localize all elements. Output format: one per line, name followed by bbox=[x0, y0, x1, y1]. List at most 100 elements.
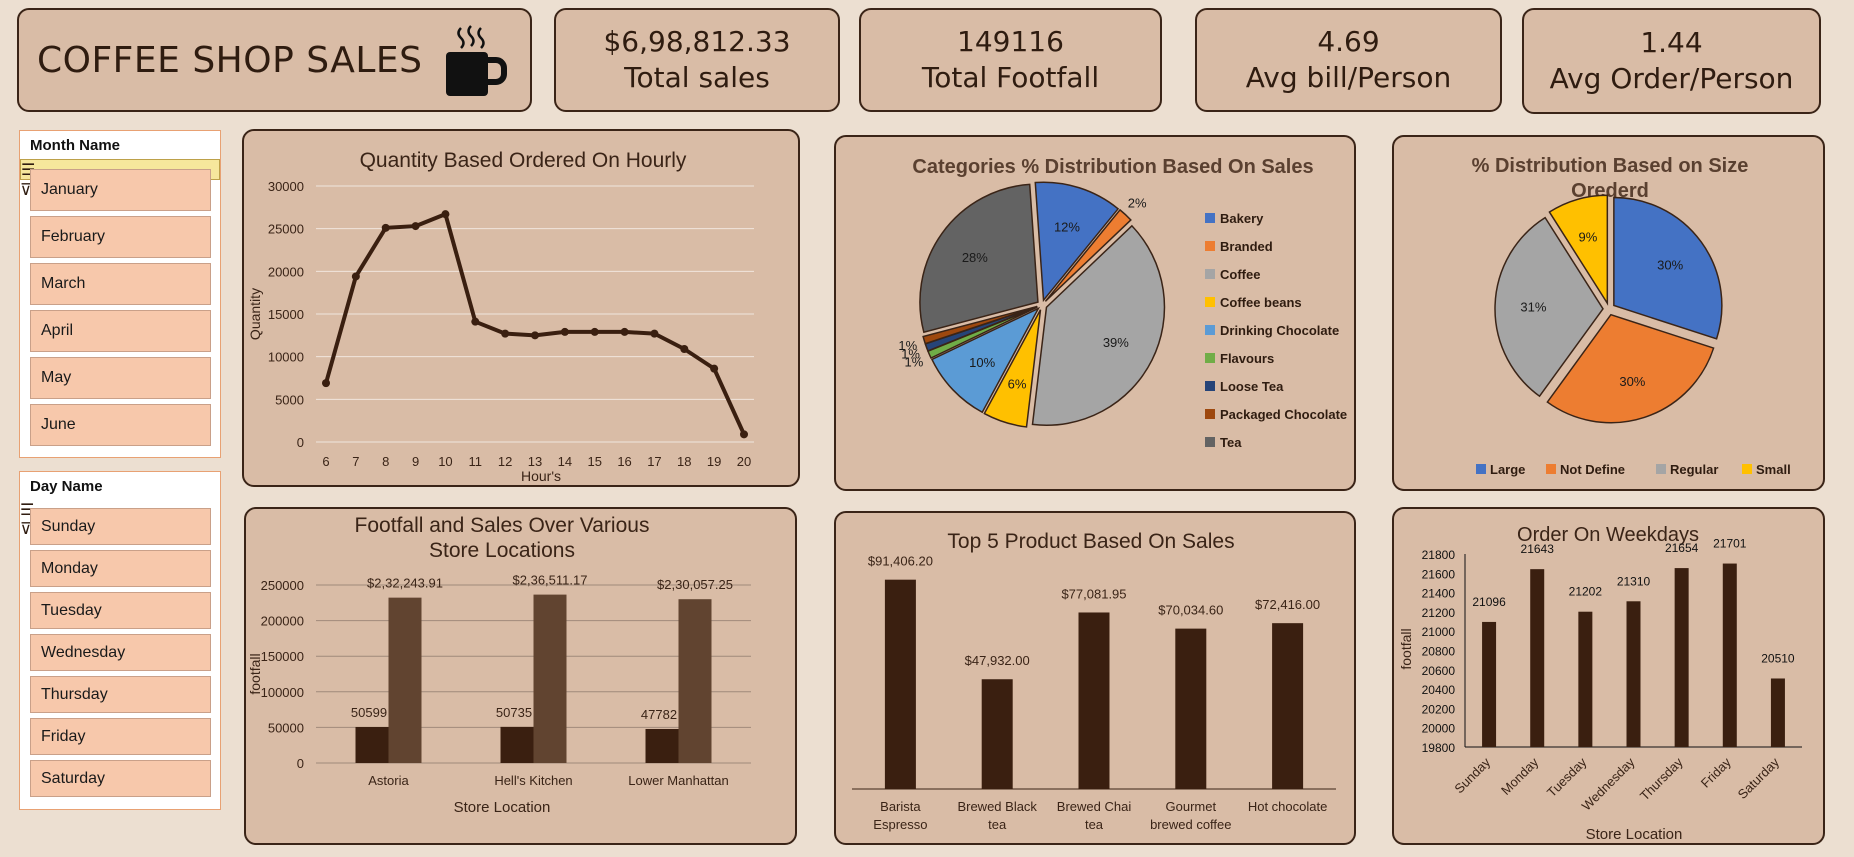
data-label: 50735 bbox=[496, 705, 532, 720]
legend-label: Drinking Chocolate bbox=[1220, 323, 1339, 338]
slice-label: 12% bbox=[1054, 219, 1080, 234]
weekdays-chart-card: Order On Weekdays 19800 20000 20200 20400 206… bbox=[1392, 507, 1825, 845]
x-tick-label: 14 bbox=[558, 454, 572, 469]
bar bbox=[1272, 623, 1304, 789]
slicer-item-day[interactable]: Friday bbox=[30, 718, 211, 755]
data-label: $72,416.00 bbox=[1255, 597, 1320, 612]
categories-chart-card: Categories % Distribution Based On Sales… bbox=[834, 135, 1356, 491]
x-tick-label: tea bbox=[1085, 817, 1104, 832]
bar bbox=[1482, 621, 1497, 747]
chart-title: Footfall and Sales Over Various bbox=[355, 514, 650, 537]
slice-label: 39% bbox=[1103, 335, 1129, 350]
x-tick-label: 7 bbox=[352, 454, 359, 469]
kpi-value: $6,98,812.33 bbox=[603, 25, 791, 58]
slicer-title: Day Name bbox=[30, 477, 103, 495]
slicer-item-month[interactable]: May bbox=[30, 357, 211, 399]
bar bbox=[1626, 601, 1641, 747]
series-line bbox=[324, 212, 746, 436]
bar bbox=[388, 597, 422, 763]
data-label: $77,081.95 bbox=[1061, 586, 1126, 601]
data-point bbox=[590, 327, 599, 336]
x-tick-label: 16 bbox=[617, 454, 631, 469]
y-tick-label: 20800 bbox=[1422, 645, 1456, 659]
slice-label: 30% bbox=[1619, 374, 1645, 389]
kpi-label: Avg bill/Person bbox=[1245, 61, 1452, 94]
slicer-item-month[interactable]: February bbox=[30, 216, 211, 258]
bar bbox=[645, 728, 679, 763]
x-tick-label: 10 bbox=[438, 454, 452, 469]
data-point bbox=[680, 344, 689, 353]
legend-label: Packaged Chocolate bbox=[1220, 407, 1347, 422]
data-label: 21096 bbox=[1472, 595, 1506, 609]
y-tick-label: 21400 bbox=[1422, 587, 1456, 601]
legend-label: Large bbox=[1490, 462, 1525, 477]
y-tick-label: 20600 bbox=[1422, 664, 1456, 678]
slicer-item-day[interactable]: Sunday bbox=[30, 508, 211, 545]
y-tick-label: 21200 bbox=[1422, 606, 1456, 620]
x-tick-label: 17 bbox=[647, 454, 661, 469]
x-tick-label: 15 bbox=[587, 454, 601, 469]
legend-swatch bbox=[1205, 409, 1215, 419]
y-tick-label: 0 bbox=[297, 435, 304, 450]
bar bbox=[1078, 612, 1110, 789]
kpi-label: Avg Order/Person bbox=[1549, 62, 1794, 95]
x-tick-label: Espresso bbox=[873, 817, 927, 832]
data-label: 21643 bbox=[1521, 542, 1555, 556]
slicer-item-month[interactable]: June bbox=[30, 404, 211, 446]
day-slicer: Day Name ☰ ⊽ Sunday Monday Tuesday Wedne… bbox=[19, 471, 221, 810]
data-label: $70,034.60 bbox=[1158, 603, 1223, 618]
x-tick-label: 18 bbox=[677, 454, 691, 469]
size-pie-chart: % Distribution Based on SizeOrederd30%30… bbox=[1472, 155, 1791, 477]
dashboard-title: COFFEE SHOP SALES bbox=[37, 39, 423, 81]
slicer-item-month[interactable]: January bbox=[30, 169, 211, 211]
slicer-item-month[interactable]: March bbox=[30, 263, 211, 305]
stores-chart-card: Footfall and Sales Over Various Store Loc… bbox=[244, 507, 797, 845]
y-tick-label: 100000 bbox=[261, 685, 304, 700]
y-tick-label: 21600 bbox=[1422, 567, 1456, 581]
kpi-value: 4.69 bbox=[1317, 25, 1380, 58]
x-tick-label: brewed coffee bbox=[1150, 817, 1231, 832]
data-point bbox=[650, 329, 659, 338]
bar bbox=[1175, 628, 1207, 789]
data-point bbox=[441, 210, 450, 219]
data-point bbox=[322, 379, 330, 388]
slicer-item-day[interactable]: Monday bbox=[30, 550, 211, 587]
slicer-item-day[interactable]: Saturday bbox=[30, 760, 211, 797]
data-point bbox=[531, 331, 539, 340]
data-point bbox=[411, 222, 420, 231]
data-label: $2,30,057.25 bbox=[657, 577, 733, 592]
slicer-item-month[interactable]: April bbox=[30, 310, 211, 352]
y-tick-label: 20000 bbox=[1422, 722, 1456, 736]
size-chart-card: % Distribution Based on Size Orederd 30% 30… bbox=[1392, 135, 1825, 491]
legend-label: Coffee bbox=[1220, 267, 1260, 282]
slicer-item-day[interactable]: Thursday bbox=[30, 676, 211, 713]
x-tick-label: 11 bbox=[469, 454, 483, 469]
x-tick-label: Brewed Black bbox=[957, 799, 1037, 814]
data-label: 21310 bbox=[1617, 574, 1651, 588]
x-tick-label: 13 bbox=[528, 454, 542, 469]
kpi-avg-order: 1.44 Avg Order/Person bbox=[1522, 8, 1821, 114]
legend-swatch bbox=[1205, 297, 1215, 307]
slicer-item-day[interactable]: Wednesday bbox=[30, 634, 211, 671]
y-axis-label: footfall bbox=[247, 653, 263, 694]
y-tick-label: 20200 bbox=[1422, 702, 1456, 716]
hourly-chart-card: Quantity Based Ordered On Hourly 0 5000 100… bbox=[242, 129, 800, 487]
x-tick-label: Hot chocolate bbox=[1248, 799, 1328, 814]
bar bbox=[1674, 568, 1689, 747]
slicer-item-day[interactable]: Tuesday bbox=[30, 592, 211, 629]
y-tick-label: 21800 bbox=[1422, 548, 1456, 562]
x-tick-label: Thursday bbox=[1637, 754, 1686, 803]
data-label: $47,932.00 bbox=[965, 653, 1030, 668]
x-tick-label: 9 bbox=[412, 454, 419, 469]
slice-label: 2% bbox=[1128, 195, 1147, 210]
chart-title: Top 5 Product Based On Sales bbox=[947, 530, 1234, 553]
legend-label: Branded bbox=[1220, 239, 1273, 254]
data-label: $2,32,243.91 bbox=[367, 576, 443, 591]
y-tick-label: 10000 bbox=[268, 350, 304, 365]
y-tick-label: 20000 bbox=[268, 264, 304, 279]
weekday-orders-chart: Order On Weekdays19800200002020020400206… bbox=[1398, 524, 1802, 843]
legend-swatch bbox=[1546, 464, 1556, 474]
y-tick-label: 21000 bbox=[1422, 625, 1456, 639]
data-label: 21701 bbox=[1713, 537, 1747, 551]
legend-label: Tea bbox=[1220, 435, 1242, 450]
